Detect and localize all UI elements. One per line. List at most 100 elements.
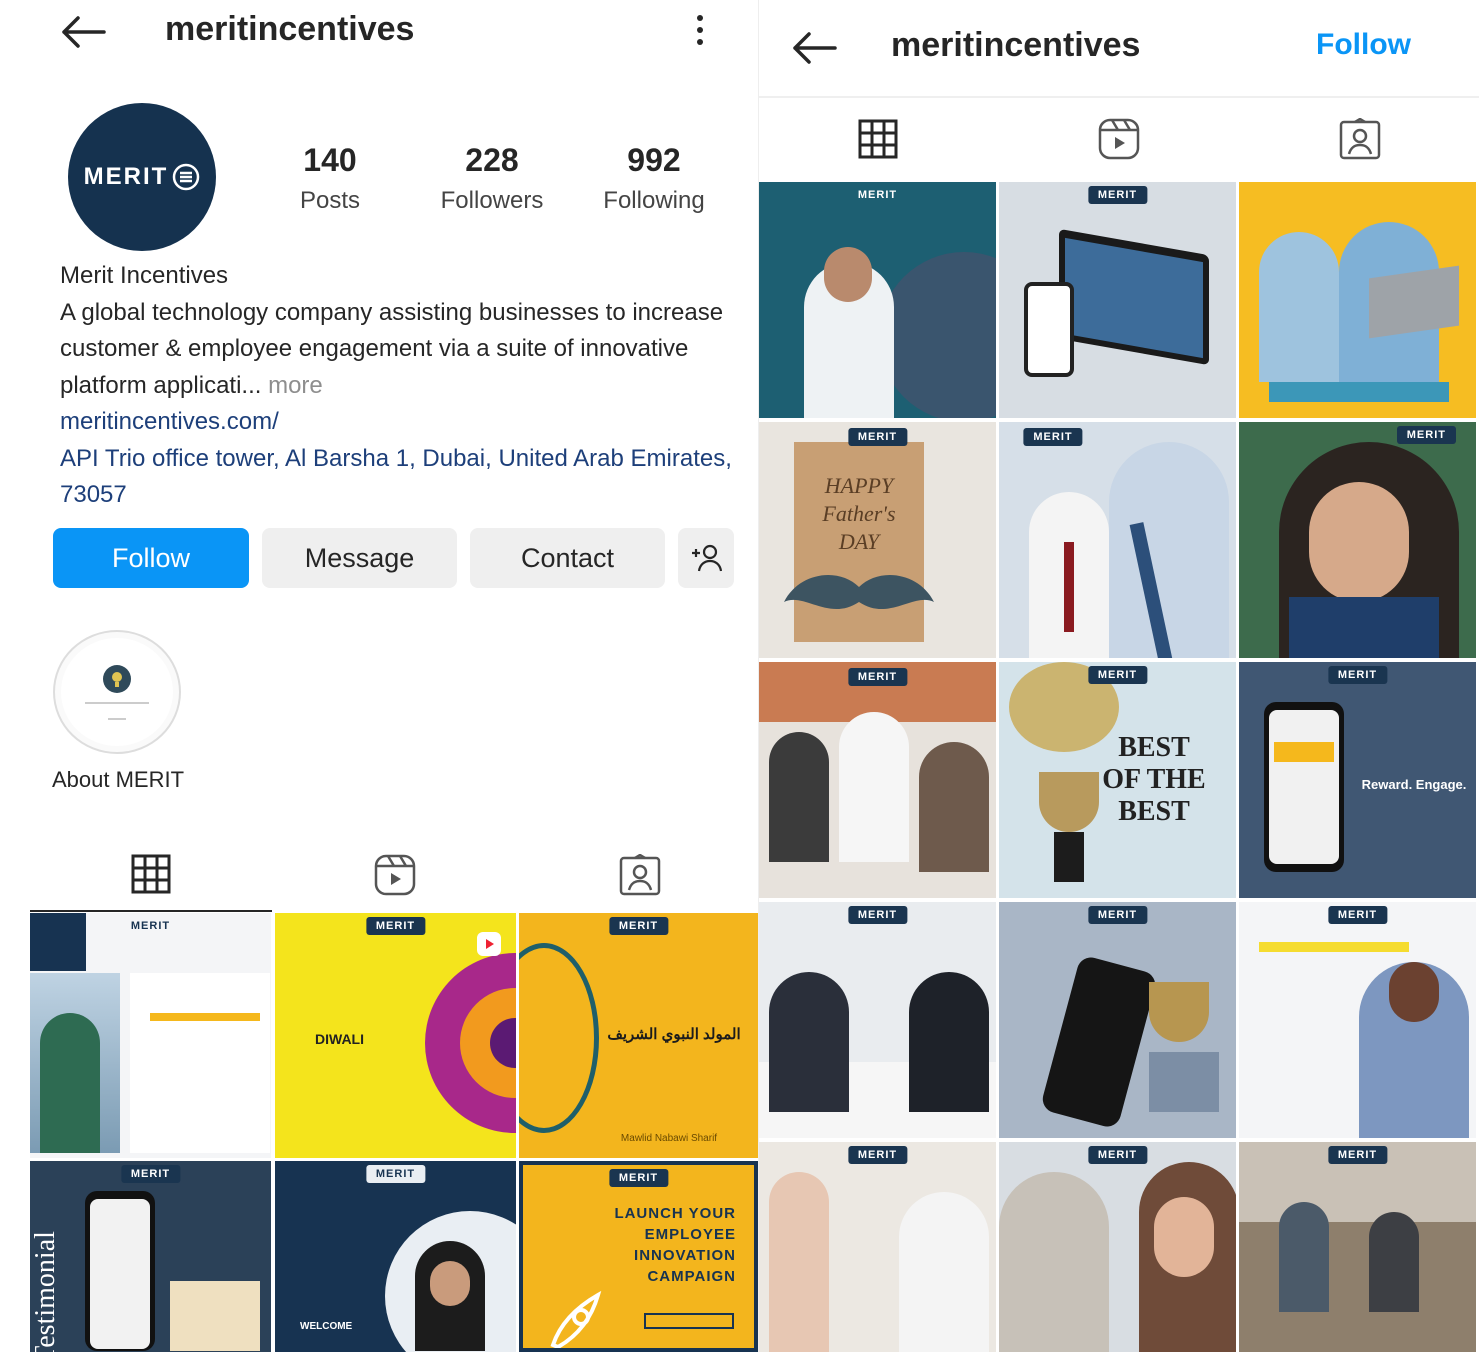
follow-button[interactable]: Follow xyxy=(53,528,249,588)
merit-badge: MERIT xyxy=(847,668,908,686)
post-tile[interactable]: MERIT xyxy=(999,1142,1236,1352)
merit-badge: MERIT xyxy=(1327,666,1388,684)
more-options-icon[interactable] xyxy=(690,10,710,50)
posts-label: Posts xyxy=(299,187,361,214)
post-tile[interactable]: MERIT BEST OF THE BEST xyxy=(999,662,1236,898)
merit-badge: MERIT xyxy=(1087,666,1148,684)
merit-badge: MERIT xyxy=(608,917,669,935)
merit-badge: MERIT xyxy=(365,917,426,935)
launch-campaign-caption: LAUNCH YOUR EMPLOYEE INNOVATION CAMPAIGN xyxy=(614,1205,736,1285)
post-tile[interactable]: MERIT xyxy=(1239,1142,1476,1352)
back-arrow-icon[interactable] xyxy=(58,12,108,52)
merit-badge: MERIT xyxy=(1087,906,1148,924)
post-tile[interactable]: MERIT DIWALI xyxy=(275,913,516,1158)
reel-icon xyxy=(476,931,502,957)
merit-badge: MERIT xyxy=(847,906,908,924)
followers-count: 228 xyxy=(465,142,519,178)
merit-badge: MERIT xyxy=(608,1169,669,1187)
merit-badge: MERIT xyxy=(130,920,171,932)
post-tile[interactable]: MERIT xyxy=(759,182,996,418)
suggested-users-button[interactable] xyxy=(678,528,734,588)
profile-name: Merit Incentives xyxy=(60,262,229,289)
following-count: 992 xyxy=(627,142,681,178)
lightbulb-icon xyxy=(102,664,132,694)
contact-button[interactable]: Contact xyxy=(470,528,665,588)
right-profile-screen: meritincentives Follow MERIT MERIT MERIT… xyxy=(758,0,1479,1352)
bio-text: A global technology company assisting bu… xyxy=(60,298,724,399)
following-label: Following xyxy=(603,187,705,214)
website-link[interactable]: meritincentives.com/ xyxy=(60,404,740,441)
left-profile-screen: meritincentives MERIT 140 Posts 228 Foll… xyxy=(0,0,758,1352)
back-arrow-icon[interactable] xyxy=(789,28,839,68)
tab-reels[interactable] xyxy=(272,838,517,912)
header-follow-button[interactable]: Follow xyxy=(1316,28,1411,62)
merit-badge: MERIT xyxy=(1023,428,1083,446)
tab-reels[interactable] xyxy=(999,100,1239,178)
fathers-day-caption: HAPPY Father's DAY xyxy=(822,473,896,554)
post-tile[interactable]: MERIT xyxy=(1239,422,1476,658)
tab-posts-grid[interactable] xyxy=(759,100,996,178)
merit-badge: MERIT xyxy=(1087,1146,1148,1164)
merit-badge: MERIT xyxy=(857,189,898,201)
mustache-icon xyxy=(779,567,939,627)
post-tile[interactable]: MERIT LAUNCH YOUR EMPLOYEE INNOVATION CA… xyxy=(519,1161,758,1352)
merit-badge: MERIT xyxy=(1327,1146,1388,1164)
post-tile[interactable]: MERIT xyxy=(999,902,1236,1138)
merit-badge: MERIT xyxy=(1087,186,1148,204)
highlight-label: About MERIT xyxy=(52,767,185,792)
diwali-caption: DIWALI xyxy=(315,1031,364,1047)
mawlid-english-caption: Mawlid Nabawi Sharif xyxy=(620,1133,718,1144)
post-tile[interactable]: MERIT xyxy=(1239,902,1476,1138)
message-button[interactable]: Message xyxy=(262,528,457,588)
add-person-icon xyxy=(690,543,722,573)
merit-badge: MERIT xyxy=(847,1146,908,1164)
followers-label: Followers xyxy=(440,187,544,214)
post-tile[interactable]: MERIT xyxy=(759,1142,996,1352)
merit-badge: MERIT xyxy=(365,1165,426,1183)
reels-icon xyxy=(374,854,416,896)
page-title: meritincentives xyxy=(891,26,1141,64)
post-tile[interactable]: MERIT Reward. Engage. xyxy=(1239,662,1476,898)
avatar-logo-text: MERIT xyxy=(83,163,169,190)
post-tile[interactable]: MERIT xyxy=(999,182,1236,418)
post-tile[interactable]: MERIT HAPPY Father's DAY xyxy=(759,422,996,658)
reels-icon xyxy=(1098,118,1140,160)
address-link[interactable]: API Trio office tower, Al Barsha 1, Duba… xyxy=(60,441,740,514)
avatar[interactable]: MERIT xyxy=(68,103,216,251)
tagged-person-icon xyxy=(1339,118,1381,160)
tab-tagged[interactable] xyxy=(517,838,758,912)
post-tile[interactable]: MERIT xyxy=(759,902,996,1138)
posts-count: 140 xyxy=(303,142,357,178)
stat-followers[interactable]: 228 Followers xyxy=(417,142,567,215)
page-title: meritincentives xyxy=(165,10,415,48)
merit-badge: MERIT xyxy=(847,428,908,446)
reward-engage-caption: Reward. Engage. xyxy=(1361,777,1467,792)
tab-posts-grid[interactable] xyxy=(30,838,272,912)
post-tile[interactable]: MERIT xyxy=(30,913,271,1158)
testimonial-caption: Testimonial xyxy=(30,1231,61,1352)
bio-more-link[interactable]: more xyxy=(268,372,323,399)
tagged-person-icon xyxy=(619,854,661,896)
highlight-circle xyxy=(53,630,181,754)
merit-badge: MERIT xyxy=(1396,426,1456,444)
post-tile[interactable]: MERIT xyxy=(999,422,1236,658)
post-tile[interactable]: MERIT WELCOME xyxy=(275,1161,516,1352)
rocket-icon xyxy=(543,1285,613,1348)
welcome-caption: WELCOME xyxy=(300,1321,353,1332)
post-tile[interactable]: MERIT xyxy=(759,662,996,898)
grid-icon xyxy=(858,119,898,159)
profile-bio: Merit Incentives A global technology com… xyxy=(60,258,740,514)
story-highlight[interactable] xyxy=(53,630,183,755)
grid-icon xyxy=(131,854,171,894)
tab-tagged[interactable] xyxy=(1239,100,1479,178)
stat-posts[interactable]: 140 Posts xyxy=(255,142,405,215)
merit-badge: MERIT xyxy=(1327,906,1388,924)
stat-following[interactable]: 992 Following xyxy=(579,142,729,215)
post-tile[interactable]: MERIT المولد النبوي الشريف Mawlid Nabawi… xyxy=(519,913,758,1158)
merit-badge: MERIT xyxy=(120,1165,181,1183)
merit-logo-icon xyxy=(172,163,200,191)
best-of-the-best-caption: BEST OF THE BEST xyxy=(1102,732,1206,827)
post-tile[interactable] xyxy=(1239,182,1476,418)
mawlid-arabic-caption: المولد النبوي الشريف xyxy=(607,1026,741,1043)
post-tile[interactable]: MERIT Testimonial xyxy=(30,1161,271,1352)
